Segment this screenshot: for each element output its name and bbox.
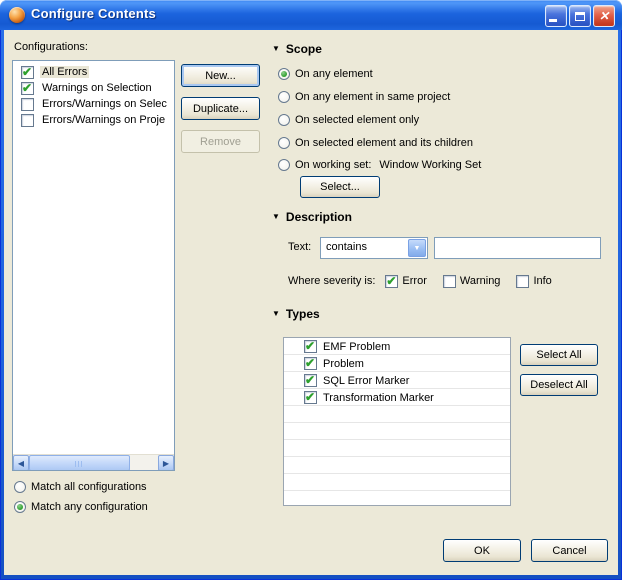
collapse-icon: ▼: [272, 212, 280, 221]
severity-row: Where severity is: Error Warning Info: [288, 273, 552, 289]
types-section-header[interactable]: ▼ Types: [272, 307, 320, 321]
severity-error-label: Error: [402, 275, 427, 287]
new-button[interactable]: New...: [181, 64, 260, 87]
minimize-icon: [549, 19, 557, 22]
duplicate-button[interactable]: Duplicate...: [181, 97, 260, 120]
scroll-left-icon: ◀: [17, 458, 25, 468]
severity-checkbox-info[interactable]: [516, 274, 530, 288]
type-checkbox-transformation-marker[interactable]: [304, 390, 317, 404]
cancel-button[interactable]: Cancel: [531, 539, 608, 562]
scope-option-label: On working set:: [295, 158, 372, 171]
severity-info-label: Info: [533, 275, 552, 287]
dialog-body: Configurations: All Errors Warnings on S…: [4, 30, 618, 575]
type-item-label: SQL Error Marker: [323, 374, 410, 387]
deselect-all-button[interactable]: Deselect All: [520, 374, 598, 396]
configurations-label: Configurations:: [14, 41, 88, 53]
type-item-problem[interactable]: Problem: [284, 355, 510, 372]
type-checkbox-problem[interactable]: [304, 356, 317, 370]
minimize-button[interactable]: [545, 5, 567, 27]
configurations-list[interactable]: All Errors Warnings on Selection Errors/…: [12, 60, 175, 471]
severity-warning-label: Warning: [459, 275, 501, 287]
config-item-label: Errors/Warnings on Proje: [42, 114, 166, 126]
scope-radio-on-any-element[interactable]: [278, 67, 290, 80]
window-title: Configure Contents: [31, 6, 156, 21]
config-item-label: Warnings on Selection: [42, 82, 152, 94]
collapse-icon: ▼: [272, 309, 280, 318]
select-working-set-button[interactable]: Select...: [300, 176, 380, 198]
match-any-radio[interactable]: [14, 501, 26, 513]
type-item-sql-error-marker[interactable]: SQL Error Marker: [284, 372, 510, 389]
scope-option-working-set[interactable]: On working set: Window Working Set: [278, 157, 481, 172]
maximize-button[interactable]: [569, 5, 591, 27]
config-item-label: All Errors: [40, 66, 90, 78]
scope-option-label: On selected element and its children: [295, 136, 473, 149]
scope-radio-selected-only[interactable]: [278, 113, 290, 126]
scope-header-label: Scope: [285, 42, 322, 56]
working-set-name: Window Working Set: [379, 158, 482, 171]
scroll-thumb[interactable]: [29, 455, 130, 470]
ok-button[interactable]: OK: [443, 539, 521, 562]
scope-radio-working-set[interactable]: [278, 158, 290, 171]
match-all-radio-row[interactable]: Match all configurations: [14, 479, 147, 495]
type-item-label: Transformation Marker: [323, 391, 434, 404]
configure-contents-dialog: Configure Contents ✕ Configurations: All…: [0, 0, 622, 580]
scroll-right-icon: ▶: [162, 458, 170, 468]
scope-section-header[interactable]: ▼ Scope: [272, 42, 322, 56]
match-any-radio-row[interactable]: Match any configuration: [14, 499, 148, 515]
horizontal-scrollbar[interactable]: ◀ ▶: [13, 454, 174, 470]
close-icon: ✕: [598, 9, 610, 23]
close-button[interactable]: ✕: [593, 5, 615, 27]
scope-option-label: On any element: [295, 67, 373, 80]
remove-button[interactable]: Remove: [181, 130, 260, 153]
types-list[interactable]: EMF Problem Problem SQL Error Marker Tra…: [283, 337, 511, 506]
select-all-button[interactable]: Select All: [520, 344, 598, 366]
titlebar[interactable]: Configure Contents ✕: [0, 0, 622, 30]
config-checkbox-errors-warnings-on-selection[interactable]: [21, 97, 34, 111]
match-any-label: Match any configuration: [31, 501, 148, 513]
description-text-input[interactable]: [434, 237, 601, 259]
scroll-left-button[interactable]: ◀: [13, 455, 29, 470]
type-checkbox-emf-problem[interactable]: [304, 339, 317, 353]
chevron-down-icon: ▼: [413, 244, 421, 252]
combo-arrow-button[interactable]: ▼: [408, 239, 426, 257]
config-checkbox-warnings-on-selection[interactable]: [21, 81, 34, 95]
text-match-combo[interactable]: contains ▼: [320, 237, 428, 259]
scroll-right-button[interactable]: ▶: [158, 455, 174, 470]
description-section-header[interactable]: ▼ Description: [272, 210, 352, 224]
config-item-label: Errors/Warnings on Selec: [42, 98, 167, 110]
scope-option-label: On selected element only: [295, 113, 420, 126]
scope-option-selected-only[interactable]: On selected element only: [278, 112, 419, 127]
scope-radio-same-project[interactable]: [278, 90, 290, 103]
dialog-icon: [9, 7, 25, 23]
type-item-label: Problem: [323, 357, 364, 370]
combo-selected-value: contains: [326, 241, 367, 253]
description-header-label: Description: [285, 210, 352, 224]
config-checkbox-all-errors[interactable]: [21, 65, 34, 79]
text-label: Text:: [288, 241, 312, 253]
scope-option-selected-children[interactable]: On selected element and its children: [278, 135, 473, 150]
type-item-transformation-marker[interactable]: Transformation Marker: [284, 389, 510, 406]
collapse-icon: ▼: [272, 44, 280, 53]
severity-checkbox-error[interactable]: [385, 274, 399, 288]
severity-label: Where severity is:: [288, 275, 376, 287]
type-item-emf-problem[interactable]: EMF Problem: [284, 338, 510, 355]
config-item-errors-warnings-on-selection[interactable]: Errors/Warnings on Selec: [13, 96, 174, 112]
severity-checkbox-warning[interactable]: [442, 274, 456, 288]
match-all-radio[interactable]: [14, 481, 26, 493]
scope-option-same-project[interactable]: On any element in same project: [278, 89, 450, 104]
config-item-all-errors[interactable]: All Errors: [13, 64, 174, 80]
scope-option-label: On any element in same project: [295, 90, 451, 103]
match-all-label: Match all configurations: [31, 481, 147, 493]
config-item-warnings-on-selection[interactable]: Warnings on Selection: [13, 80, 174, 96]
scope-radio-selected-children[interactable]: [278, 136, 290, 149]
type-checkbox-sql-error-marker[interactable]: [304, 373, 317, 387]
type-item-label: EMF Problem: [323, 340, 391, 353]
scope-option-on-any-element[interactable]: On any element: [278, 66, 373, 81]
types-header-label: Types: [285, 307, 320, 321]
config-checkbox-errors-warnings-on-project[interactable]: [21, 113, 34, 127]
config-item-errors-warnings-on-project[interactable]: Errors/Warnings on Proje: [13, 112, 174, 128]
maximize-icon: [575, 11, 585, 21]
